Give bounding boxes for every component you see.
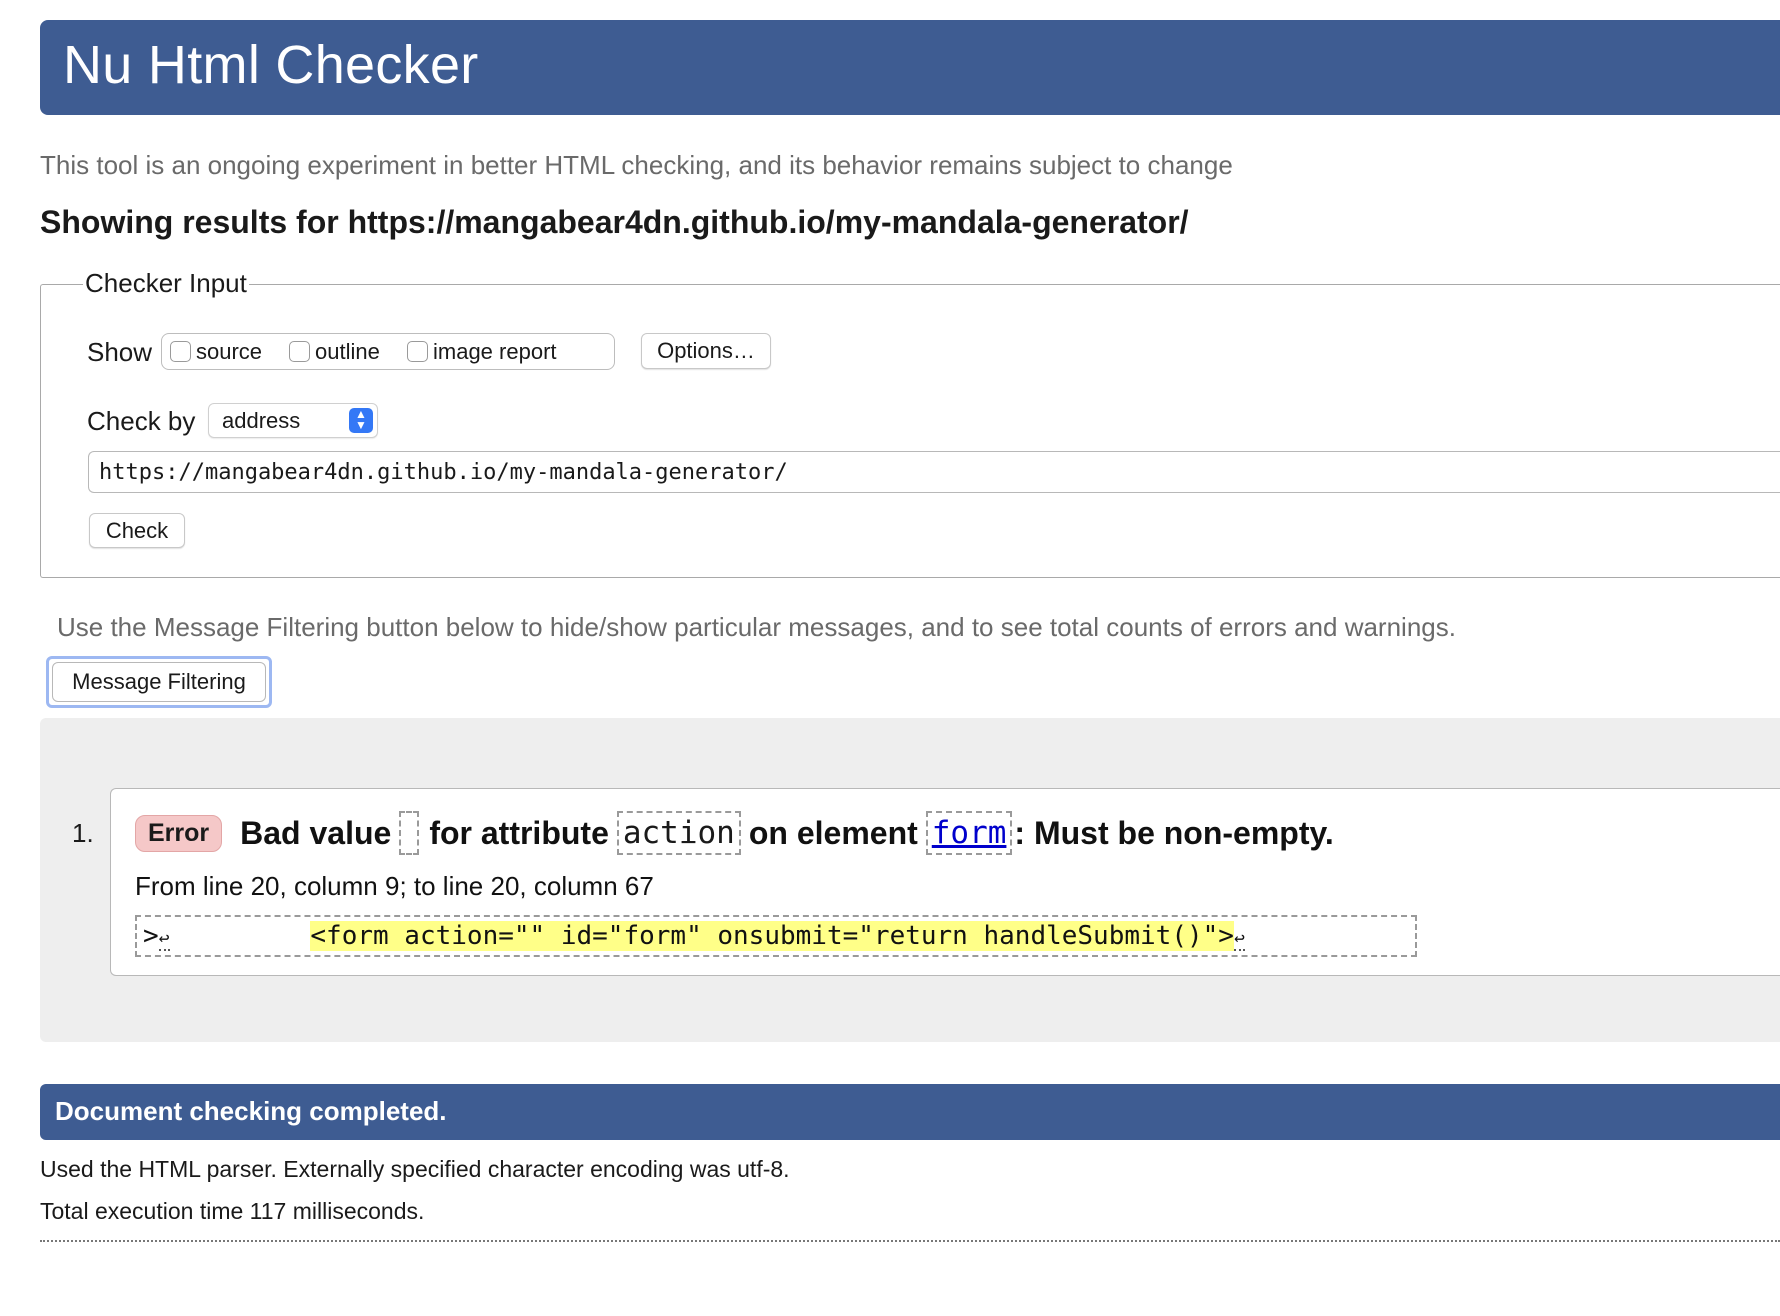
checker-input-legend: Checker Input xyxy=(83,268,249,299)
error-badge: Error xyxy=(135,814,223,852)
message-text-1: Bad value xyxy=(240,814,392,851)
source-label: source xyxy=(196,338,263,364)
check-by-label: Check by xyxy=(87,406,196,436)
execution-time: Total execution time 117 milliseconds. xyxy=(40,1198,425,1224)
show-options-group: source outline image report xyxy=(161,333,615,370)
image-report-checkbox[interactable] xyxy=(407,341,428,362)
error-message: Error Bad value for attribute action on … xyxy=(110,788,1780,976)
checker-input-fieldset: Checker Input Show source outline image … xyxy=(40,268,1780,578)
options-button[interactable]: Options… xyxy=(641,333,771,369)
message-text-4: : Must be non-empty. xyxy=(1014,814,1334,851)
code-extract: >↩ <form action="" id="form" onsubmit="r… xyxy=(135,915,1417,957)
results-panel: 1. Error Bad value for attribute action … xyxy=(40,718,1780,1042)
message-text-2: for attribute xyxy=(429,814,609,851)
element-code: form xyxy=(925,811,1013,855)
message-text-3: on element xyxy=(748,814,918,851)
message-summary: Error Bad value for attribute action on … xyxy=(135,811,1334,855)
parser-info: Used the HTML parser. Externally specifi… xyxy=(40,1156,790,1182)
status-text: Document checking completed. xyxy=(55,1096,447,1126)
source-checkbox[interactable] xyxy=(170,341,191,362)
check-button[interactable]: Check xyxy=(89,513,185,548)
app-header: Nu Html Checker xyxy=(40,20,1780,115)
check-by-select[interactable]: address ▲ ▼ xyxy=(208,403,378,438)
linefeed-icon: ↩ xyxy=(1233,928,1245,951)
bad-value-code xyxy=(399,811,420,855)
extract-gap xyxy=(170,921,311,951)
linefeed-icon: ↩ xyxy=(158,928,170,951)
page: Nu Html Checker This tool is an ongoing … xyxy=(0,0,1780,1316)
check-by-value: address xyxy=(222,408,301,433)
show-source-option[interactable]: source xyxy=(170,334,262,369)
outline-checkbox[interactable] xyxy=(289,341,310,362)
message-number: 1. xyxy=(72,818,94,848)
extract-prefix: > xyxy=(143,921,159,951)
url-input[interactable] xyxy=(88,451,1780,493)
app-title: Nu Html Checker xyxy=(63,35,479,95)
divider xyxy=(40,1240,1780,1242)
filter-hint: Use the Message Filtering button below t… xyxy=(57,612,1456,642)
extract-highlight: <form action="" id="form" onsubmit="retu… xyxy=(310,921,1234,951)
intro-text: This tool is an ongoing experiment in be… xyxy=(40,150,1233,180)
show-label: Show xyxy=(87,337,153,367)
show-outline-option[interactable]: outline xyxy=(289,334,380,369)
message-location[interactable]: From line 20, column 9; to line 20, colu… xyxy=(135,871,654,902)
attribute-code: action xyxy=(616,811,741,855)
status-bar: Document checking completed. xyxy=(40,1084,1780,1140)
message-filtering-focus-ring: Message Filtering xyxy=(46,656,272,708)
updown-chevron-icon: ▲ ▼ xyxy=(349,408,373,433)
results-heading: Showing results for https://mangabear4dn… xyxy=(40,204,1189,240)
outline-label: outline xyxy=(315,338,380,364)
element-link[interactable]: form xyxy=(932,815,1007,851)
image-report-label: image report xyxy=(433,338,557,364)
message-filtering-button[interactable]: Message Filtering xyxy=(52,662,266,702)
show-image-report-option[interactable]: image report xyxy=(407,334,557,369)
